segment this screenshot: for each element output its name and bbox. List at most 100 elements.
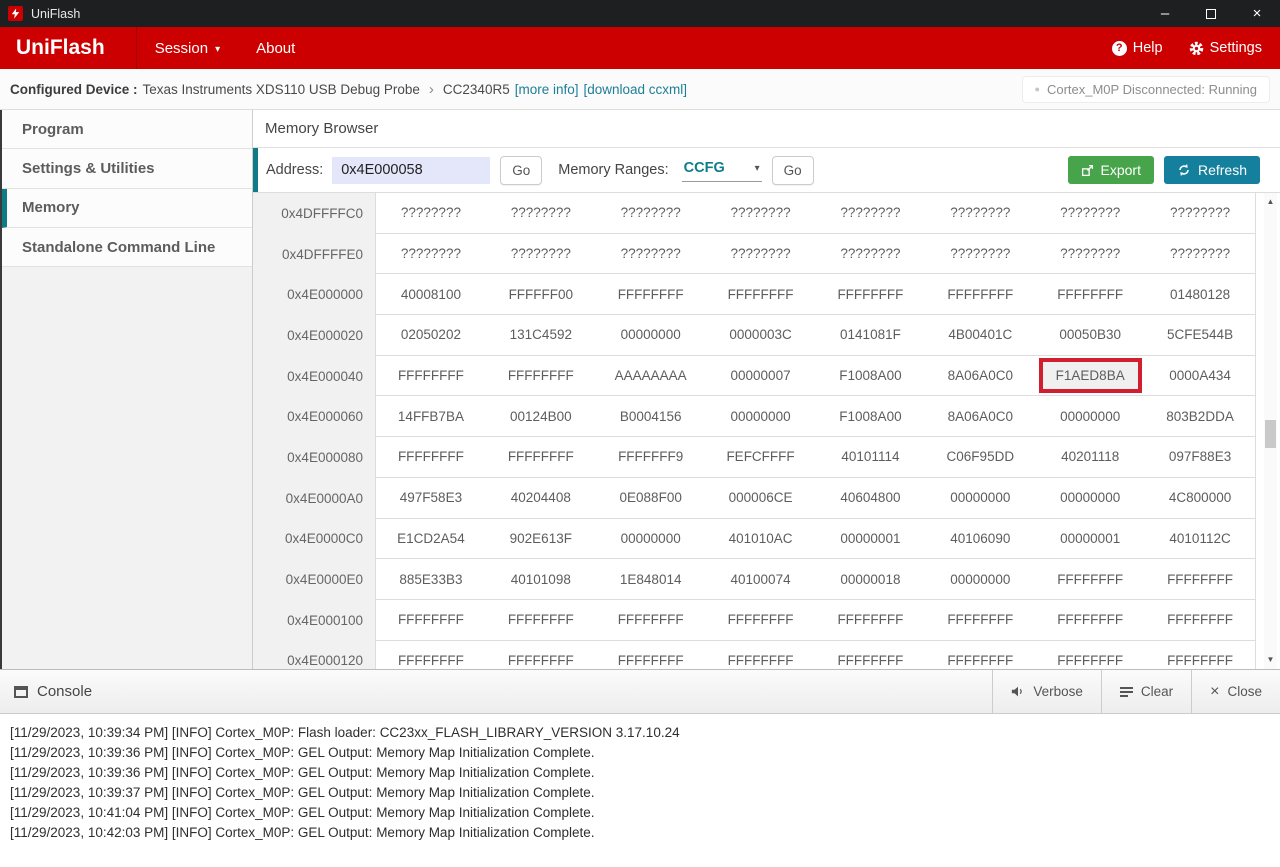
memory-cell[interactable]: FFFFFFFF (706, 641, 816, 669)
memory-cell[interactable]: 0000003C (706, 315, 816, 355)
memory-cell[interactable]: FFFFFFFF (1035, 600, 1145, 640)
memory-cell[interactable]: FFFFFFFF (486, 600, 596, 640)
memory-cell[interactable]: ???????? (596, 234, 706, 274)
memory-cell[interactable]: FFFFFFFF (596, 600, 706, 640)
scroll-up-icon[interactable]: ▲ (1264, 195, 1277, 209)
sidebar-item-standalone-command-line[interactable]: Standalone Command Line (2, 228, 252, 267)
memory-range-select[interactable]: CCFG ▾ (682, 158, 762, 182)
memory-cell[interactable]: FFFFFFFF (816, 641, 926, 669)
memory-cell[interactable]: FFFFFFFF (925, 641, 1035, 669)
memory-cell[interactable]: FFFFFFFF (1145, 559, 1255, 599)
memory-cell[interactable]: 0000A434 (1145, 356, 1255, 396)
memory-cell[interactable]: FFFFFFFF (925, 600, 1035, 640)
memory-cell[interactable]: ???????? (816, 234, 926, 274)
memory-cell[interactable]: 5CFE544B (1145, 315, 1255, 355)
memory-cell[interactable]: 097F88E3 (1145, 437, 1255, 477)
memory-cell[interactable]: 4C800000 (1145, 478, 1255, 518)
memory-cell[interactable]: FFFFFFFF (1035, 641, 1145, 669)
memory-cell[interactable]: ???????? (1035, 193, 1145, 233)
memory-cell[interactable]: FFFFFFFF (486, 437, 596, 477)
memory-cell[interactable]: 4010112C (1145, 519, 1255, 559)
scrollbar-thumb[interactable] (1265, 420, 1276, 448)
memory-cell[interactable]: FFFFFF00 (486, 274, 596, 314)
memory-cell[interactable]: 8A06A0C0 (925, 396, 1035, 436)
verbose-button[interactable]: Verbose (992, 670, 1101, 713)
memory-cell[interactable]: F1008A00 (816, 396, 926, 436)
memory-cell[interactable]: 902E613F (486, 519, 596, 559)
memory-cell[interactable]: 02050202 (376, 315, 486, 355)
maximize-button[interactable] (1188, 0, 1234, 27)
vertical-scrollbar[interactable]: ▲ ▼ (1264, 193, 1277, 669)
memory-cell[interactable]: 00000018 (816, 559, 926, 599)
range-go-button[interactable]: Go (772, 156, 814, 185)
memory-cell[interactable]: 40204408 (486, 478, 596, 518)
settings-button[interactable]: Settings (1189, 40, 1262, 56)
memory-cell[interactable]: FEFCFFFF (706, 437, 816, 477)
refresh-button[interactable]: Refresh (1164, 156, 1260, 184)
memory-cell[interactable]: FFFFFFFF (1145, 641, 1255, 669)
memory-cell[interactable]: ???????? (816, 193, 926, 233)
memory-cell[interactable]: FFFFFFFF (486, 356, 596, 396)
memory-cell[interactable]: 00050B30 (1035, 315, 1145, 355)
close-button[interactable]: × (1234, 0, 1280, 27)
memory-cell[interactable]: ???????? (486, 193, 596, 233)
memory-cell[interactable]: FFFFFFFF (925, 274, 1035, 314)
memory-cell[interactable]: ???????? (1145, 193, 1255, 233)
memory-cell[interactable]: 00000000 (925, 559, 1035, 599)
memory-cell[interactable]: FFFFFFFF (486, 641, 596, 669)
memory-cell[interactable]: B0004156 (596, 396, 706, 436)
sidebar-item-memory[interactable]: Memory (2, 189, 252, 228)
memory-cell[interactable]: 00000000 (706, 396, 816, 436)
memory-cell[interactable]: 00000000 (596, 519, 706, 559)
memory-cell[interactable]: FFFFFFFF (816, 274, 926, 314)
sidebar-item-program[interactable]: Program (2, 110, 252, 149)
memory-cell[interactable]: FFFFFFFF (706, 274, 816, 314)
memory-cell[interactable]: ???????? (1145, 234, 1255, 274)
export-button[interactable]: Export (1068, 156, 1154, 184)
memory-cell[interactable]: FFFFFFFF (1145, 600, 1255, 640)
memory-cell[interactable]: FFFFFFFF (1035, 559, 1145, 599)
memory-cell[interactable]: 401010AC (706, 519, 816, 559)
memory-cell[interactable]: ???????? (376, 193, 486, 233)
memory-cell[interactable]: 01480128 (1145, 274, 1255, 314)
memory-cell[interactable]: FFFFFFFF (376, 641, 486, 669)
memory-cell[interactable]: 1E848014 (596, 559, 706, 599)
memory-cell[interactable]: FFFFFFFF (596, 274, 706, 314)
memory-cell[interactable]: FFFFFFFF (816, 600, 926, 640)
memory-cell[interactable]: C06F95DD (925, 437, 1035, 477)
memory-cell[interactable]: FFFFFFFF (376, 600, 486, 640)
sidebar-item-settings-utilities[interactable]: Settings & Utilities (2, 149, 252, 188)
memory-cell[interactable]: 000006CE (706, 478, 816, 518)
memory-cell[interactable]: 00000000 (1035, 478, 1145, 518)
more-info-link[interactable]: [more info] (515, 82, 579, 97)
memory-cell[interactable]: 00000007 (706, 356, 816, 396)
console-close-button[interactable]: × Close (1191, 670, 1280, 713)
memory-cell[interactable]: ???????? (925, 193, 1035, 233)
memory-cell[interactable]: 0E088F00 (596, 478, 706, 518)
memory-cell[interactable]: FFFFFFF9 (596, 437, 706, 477)
help-button[interactable]: ? Help (1112, 40, 1163, 56)
menu-session[interactable]: Session ▾ (137, 27, 238, 69)
memory-cell[interactable]: ???????? (596, 193, 706, 233)
memory-cell[interactable]: 40100074 (706, 559, 816, 599)
memory-cell[interactable]: 40101114 (816, 437, 926, 477)
memory-cell[interactable]: 40604800 (816, 478, 926, 518)
memory-cell[interactable]: 497F58E3 (376, 478, 486, 518)
memory-cell[interactable]: 14FFB7BA (376, 396, 486, 436)
memory-cell[interactable]: ???????? (706, 234, 816, 274)
memory-cell[interactable]: 00124B00 (486, 396, 596, 436)
memory-cell[interactable]: ???????? (925, 234, 1035, 274)
memory-cell[interactable]: F1008A00 (816, 356, 926, 396)
memory-cell[interactable]: 803B2DDA (1145, 396, 1255, 436)
memory-cell[interactable]: FFFFFFFF (706, 600, 816, 640)
memory-cell[interactable]: ???????? (486, 234, 596, 274)
memory-cell[interactable]: 00000001 (816, 519, 926, 559)
memory-cell[interactable]: 40101098 (486, 559, 596, 599)
memory-cell[interactable]: AAAAAAAA (596, 356, 706, 396)
memory-cell[interactable]: ???????? (1035, 234, 1145, 274)
menu-about[interactable]: About (238, 27, 313, 69)
memory-cell[interactable]: FFFFFFFF (1035, 274, 1145, 314)
memory-cell[interactable]: 885E33B3 (376, 559, 486, 599)
memory-cell[interactable]: E1CD2A54 (376, 519, 486, 559)
address-input[interactable] (332, 157, 490, 184)
